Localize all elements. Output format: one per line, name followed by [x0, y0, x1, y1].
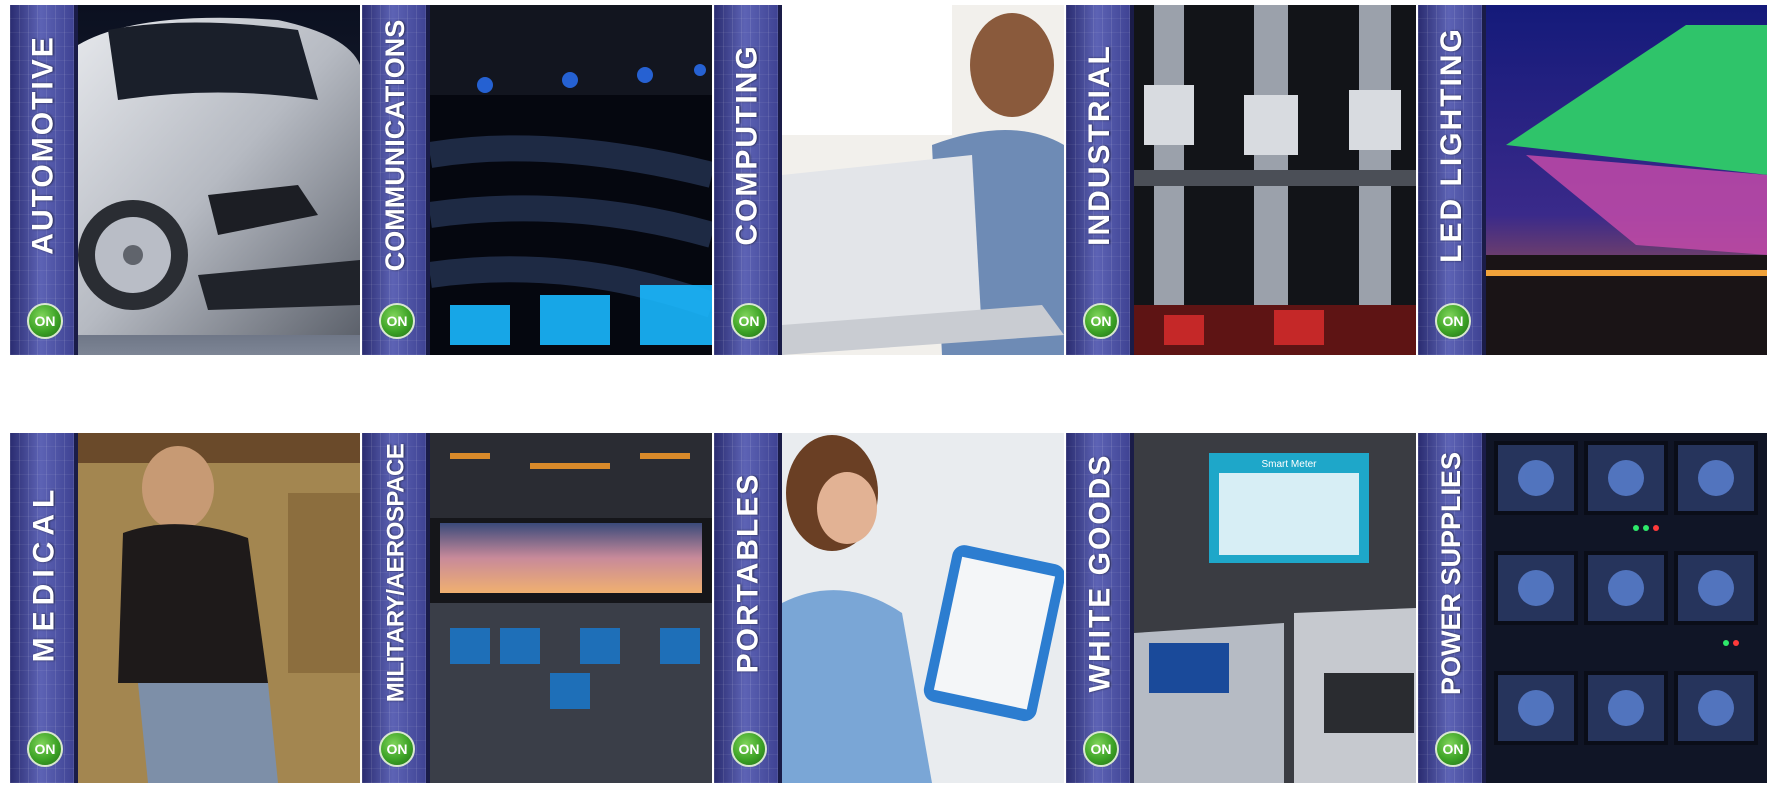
led-building-photo: [1486, 5, 1767, 355]
tile-communications[interactable]: COMMUNICATIONS ON: [362, 5, 712, 355]
tile-military-aerospace[interactable]: MILITARY/AEROSPACE ON: [362, 433, 712, 783]
on-logo-icon: ON: [1083, 731, 1119, 767]
smart-meter-title: Smart Meter: [1261, 459, 1317, 470]
on-logo-icon: ON: [27, 303, 63, 339]
tile-band: LED LIGHTING ON: [1418, 5, 1486, 355]
tile-label: POWER SUPPLIES: [1436, 451, 1467, 695]
tile-label: MILITARY/AEROSPACE: [382, 443, 409, 703]
network-cables-photo: [430, 5, 712, 355]
tile-power-supplies[interactable]: POWER SUPPLIES ON: [1418, 433, 1767, 783]
tile-industrial[interactable]: INDUSTRIAL ON: [1066, 5, 1416, 355]
tile-label: INDUSTRIAL: [1083, 44, 1116, 246]
tile-band: INDUSTRIAL ON: [1066, 5, 1134, 355]
tile-band: AUTOMOTIVE ON: [10, 5, 78, 355]
tile-band: PORTABLES ON: [714, 433, 782, 783]
tile-label: MEDICAL: [27, 483, 60, 663]
tablet-user-photo: [782, 433, 1064, 783]
on-logo-icon: ON: [731, 303, 767, 339]
medical-patient-photo: [78, 433, 360, 783]
tile-label: COMMUNICATIONS: [380, 19, 411, 271]
on-logo-icon: ON: [1435, 731, 1471, 767]
tile-label: PORTABLES: [731, 472, 765, 674]
tile-white-goods[interactable]: WHITE GOODS ON Smart Meter: [1066, 433, 1416, 783]
laptop-user-photo: [782, 5, 1064, 355]
on-logo-icon: ON: [27, 731, 63, 767]
on-logo-icon: ON: [731, 731, 767, 767]
car-photo: [78, 5, 360, 355]
tile-band: MEDICAL ON: [10, 433, 78, 783]
industrial-machinery-photo: [1134, 5, 1416, 355]
tile-automotive[interactable]: AUTOMOTIVE ON: [10, 5, 360, 355]
tile-portables[interactable]: PORTABLES ON: [714, 433, 1064, 783]
on-logo-icon: ON: [1083, 303, 1119, 339]
tile-led-lighting[interactable]: LED LIGHTING ON: [1418, 5, 1767, 355]
tile-band: COMMUNICATIONS ON: [362, 5, 430, 355]
on-logo-icon: ON: [379, 303, 415, 339]
tile-band: WHITE GOODS ON: [1066, 433, 1134, 783]
on-logo-icon: ON: [379, 731, 415, 767]
tile-band: POWER SUPPLIES ON: [1418, 433, 1486, 783]
cockpit-photo: [430, 433, 712, 783]
tile-label: LED LIGHTING: [1435, 27, 1468, 263]
tile-band: COMPUTING ON: [714, 5, 782, 355]
tile-computing[interactable]: COMPUTING ON: [714, 5, 1064, 355]
tile-medical[interactable]: MEDICAL ON: [10, 433, 360, 783]
tile-label: COMPUTING: [731, 44, 765, 246]
server-rack-photo: [1486, 433, 1767, 783]
on-logo-icon: ON: [1435, 303, 1471, 339]
tile-label: AUTOMOTIVE: [27, 35, 61, 255]
tile-label: WHITE GOODS: [1083, 453, 1117, 693]
tile-band: MILITARY/AEROSPACE ON: [362, 433, 430, 783]
appliances-photo: Smart Meter: [1134, 433, 1416, 783]
